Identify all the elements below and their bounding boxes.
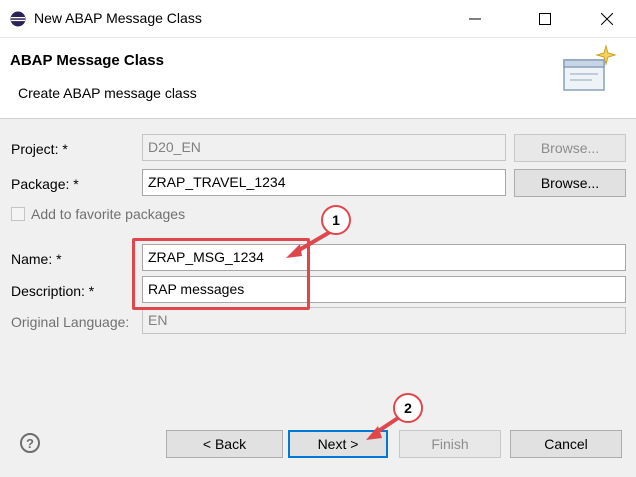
cancel-button[interactable]: Cancel (510, 430, 622, 458)
minimize-button[interactable] (452, 0, 498, 38)
close-icon (601, 13, 613, 25)
original-language-label: Original Language: (11, 314, 130, 330)
callout-2-badge: 2 (393, 393, 423, 423)
maximize-icon (539, 13, 551, 25)
title-bar: New ABAP Message Class (0, 0, 636, 38)
wizard-banner-icon (563, 44, 617, 91)
description-label: Description: * (11, 283, 95, 299)
finish-button: Finish (399, 430, 501, 458)
name-label: Name: * (11, 251, 62, 267)
add-to-favorites-label: Add to favorite packages (31, 206, 186, 222)
name-description-highlight (132, 238, 310, 310)
browse-project-button: Browse... (514, 134, 626, 162)
package-field[interactable]: ZRAP_TRAVEL_1234 (142, 169, 506, 196)
original-language-field: EN (142, 307, 626, 334)
close-button[interactable] (584, 0, 630, 38)
minimize-icon (469, 18, 481, 20)
page-description: Create ABAP message class (18, 85, 197, 101)
maximize-button[interactable] (522, 0, 568, 38)
package-label: Package: * (11, 176, 79, 192)
project-label: Project: * (11, 141, 68, 157)
eclipse-app-icon (10, 11, 26, 27)
project-field: D20_EN (142, 134, 506, 161)
wizard-header: ABAP Message Class Create ABAP message c… (0, 38, 636, 118)
back-button[interactable]: < Back (166, 430, 283, 458)
browse-package-button[interactable]: Browse... (514, 169, 626, 197)
help-icon[interactable]: ? (20, 433, 40, 453)
add-to-favorites-checkbox[interactable] (11, 207, 25, 221)
page-title: ABAP Message Class (10, 52, 164, 69)
window-title: New ABAP Message Class (34, 10, 202, 26)
next-button[interactable]: Next > (288, 430, 388, 458)
callout-1-badge: 1 (321, 205, 351, 235)
